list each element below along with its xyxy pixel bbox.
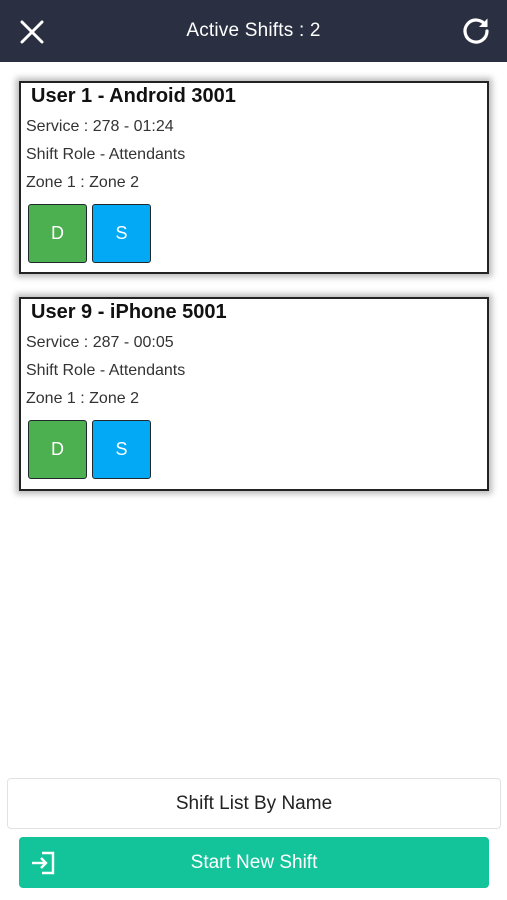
refresh-button[interactable] <box>457 12 495 50</box>
close-button[interactable] <box>14 14 50 50</box>
shift-service: Service : 278 - 01:24 <box>26 118 174 135</box>
shift-service: Service : 287 - 00:05 <box>26 334 174 351</box>
shift-user-name: User 9 - iPhone 5001 <box>31 301 227 323</box>
d-button[interactable]: D <box>28 204 87 263</box>
app-header: Active Shifts : 2 <box>0 0 507 62</box>
shift-list-by-name-button[interactable]: Shift List By Name <box>7 778 501 829</box>
d-button[interactable]: D <box>28 420 87 479</box>
shift-role: Shift Role - Attendants <box>26 146 186 163</box>
s-button[interactable]: S <box>92 204 151 263</box>
refresh-icon <box>463 18 489 44</box>
shift-zones: Zone 1 : Zone 2 <box>26 390 139 407</box>
s-button[interactable]: S <box>92 420 151 479</box>
login-arrow-icon <box>29 849 57 877</box>
shift-zones: Zone 1 : Zone 2 <box>26 174 139 191</box>
close-icon <box>20 20 44 44</box>
shift-user-name: User 1 - Android 3001 <box>31 85 236 107</box>
start-new-shift-label: Start New Shift <box>190 851 318 873</box>
start-new-shift-button[interactable]: Start New Shift <box>19 837 489 888</box>
shift-role: Shift Role - Attendants <box>26 362 186 379</box>
page-title: Active Shifts : 2 <box>186 20 321 41</box>
shift-card[interactable]: User 9 - iPhone 5001 Service : 287 - 00:… <box>19 297 489 491</box>
shift-card[interactable]: User 1 - Android 3001 Service : 278 - 01… <box>19 81 489 274</box>
